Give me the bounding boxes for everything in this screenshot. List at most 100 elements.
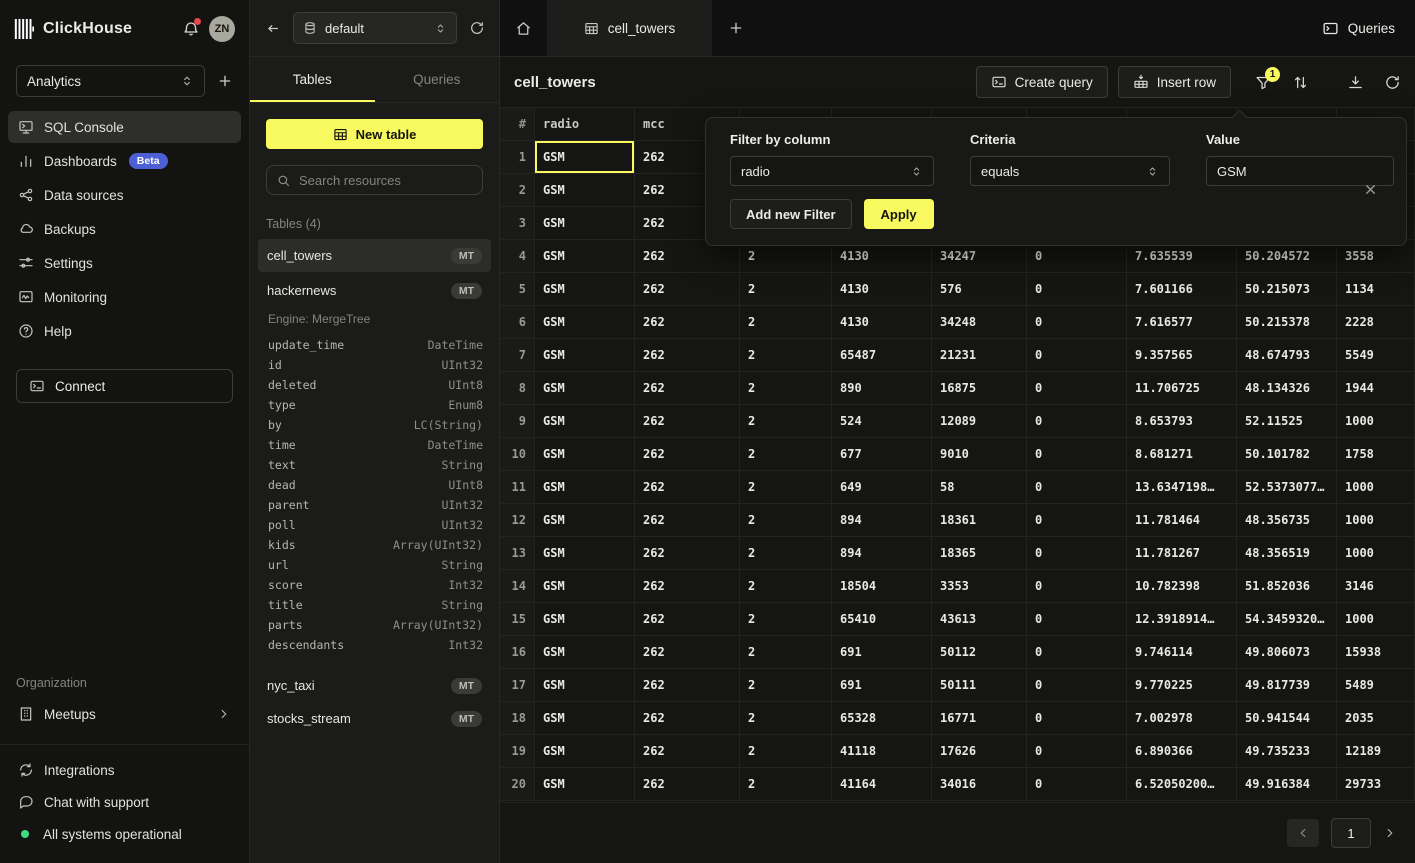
grid-cell[interactable]: 48.674793 [1237,339,1337,372]
export-button[interactable] [1347,74,1364,91]
grid-cell[interactable]: 11.781267 [1127,537,1237,570]
grid-cell[interactable]: 11.781464 [1127,504,1237,537]
grid-cell[interactable]: 10.782398 [1127,570,1237,603]
grid-cell[interactable]: 0 [1027,537,1127,570]
grid-cell[interactable]: 2 [740,603,832,636]
grid-cell[interactable]: GSM [535,471,635,504]
grid-cell[interactable]: 2 [740,306,832,339]
grid-cell[interactable]: 2035 [1337,702,1415,735]
sidebar-item-help[interactable]: Help [8,315,241,347]
prev-page-button[interactable] [1287,819,1319,847]
filter-button[interactable]: 1 [1255,74,1272,91]
grid-cell[interactable]: 262 [635,735,740,768]
grid-cell[interactable]: 2 [740,405,832,438]
row-number[interactable]: 1 [500,141,535,174]
grid-cell[interactable]: 1000 [1337,603,1415,636]
grid-cell[interactable]: 2 [740,669,832,702]
row-number[interactable]: 15 [500,603,535,636]
grid-cell[interactable]: 41164 [832,768,932,801]
sidebar-item-settings[interactable]: Settings [8,247,241,279]
grid-cell[interactable]: 43613 [932,603,1027,636]
grid-cell[interactable]: 49.806073 [1237,636,1337,669]
grid-cell[interactable]: 41118 [832,735,932,768]
grid-cell[interactable]: 18504 [832,570,932,603]
row-number[interactable]: 8 [500,372,535,405]
grid-cell[interactable]: 7.616577 [1127,306,1237,339]
grid-cell[interactable]: 0 [1027,372,1127,405]
grid-cell[interactable]: 8.681271 [1127,438,1237,471]
row-number[interactable]: 16 [500,636,535,669]
grid-cell[interactable]: 0 [1027,438,1127,471]
sidebar-item-data-sources[interactable]: Data sources [8,179,241,211]
row-number[interactable]: 18 [500,702,535,735]
grid-cell[interactable]: 0 [1027,735,1127,768]
home-tab[interactable] [500,0,548,56]
grid-cell[interactable]: 2 [740,768,832,801]
grid-cell[interactable]: 29733 [1337,768,1415,801]
row-number[interactable]: 20 [500,768,535,801]
grid-cell[interactable]: 7.601166 [1127,273,1237,306]
grid-cell[interactable]: 691 [832,669,932,702]
grid-cell[interactable]: 262 [635,669,740,702]
grid-cell[interactable]: 50.941544 [1237,702,1337,735]
grid-cell[interactable]: 51.852036 [1237,570,1337,603]
grid-cell[interactable]: 894 [832,537,932,570]
database-select[interactable]: default [293,12,457,44]
filter-criteria-select[interactable]: equals [970,156,1170,186]
new-table-button[interactable]: New table [266,119,483,149]
grid-cell[interactable]: 2 [740,537,832,570]
refresh-tables-icon[interactable] [467,18,487,38]
grid-cell[interactable]: GSM [535,570,635,603]
sidebar-item-dashboards[interactable]: Dashboards Beta [8,145,241,177]
grid-cell[interactable]: GSM [535,339,635,372]
grid-cell[interactable]: 65487 [832,339,932,372]
grid-cell[interactable]: GSM [535,669,635,702]
grid-cell[interactable]: 50.215378 [1237,306,1337,339]
sidebar-item-sql-console[interactable]: SQL Console [8,111,241,143]
grid-cell[interactable]: 34016 [932,768,1027,801]
grid-cell[interactable]: 1000 [1337,537,1415,570]
grid-cell[interactable]: 262 [635,438,740,471]
grid-cell[interactable]: GSM [535,240,635,273]
apply-filter-button[interactable]: Apply [864,199,934,229]
grid-cell[interactable]: 649 [832,471,932,504]
close-filter-icon[interactable] [1363,182,1378,197]
grid-cell[interactable]: 6.890366 [1127,735,1237,768]
grid-cell[interactable]: 677 [832,438,932,471]
grid-cell[interactable]: 0 [1027,636,1127,669]
grid-cell[interactable]: 5489 [1337,669,1415,702]
refresh-button[interactable] [1384,74,1401,91]
row-number[interactable]: 11 [500,471,535,504]
grid-cell[interactable]: 2 [740,504,832,537]
grid-cell[interactable]: 9.770225 [1127,669,1237,702]
grid-cell[interactable]: 52.5373077… [1237,471,1337,504]
page-number-input[interactable]: 1 [1331,818,1371,848]
grid-cell[interactable]: 0 [1027,570,1127,603]
grid-cell[interactable]: 0 [1027,504,1127,537]
row-number[interactable]: 17 [500,669,535,702]
grid-cell[interactable]: 65328 [832,702,932,735]
grid-cell[interactable]: GSM [535,537,635,570]
grid-cell[interactable]: 9.746114 [1127,636,1237,669]
grid-cell[interactable]: 12189 [1337,735,1415,768]
row-number[interactable]: 13 [500,537,535,570]
collapse-sidebar-icon[interactable] [262,18,283,39]
grid-cell[interactable]: 1944 [1337,372,1415,405]
table-item-hackernews[interactable]: hackernews MT [258,274,491,307]
grid-cell[interactable]: 262 [635,504,740,537]
grid-cell[interactable]: 2 [740,570,832,603]
grid-cell[interactable]: GSM [535,207,635,240]
grid-cell[interactable]: 0 [1027,603,1127,636]
grid-cell[interactable]: 262 [635,306,740,339]
grid-cell[interactable]: 18365 [932,537,1027,570]
grid-cell[interactable]: 1758 [1337,438,1415,471]
grid-cell[interactable]: 65410 [832,603,932,636]
connect-button[interactable]: Connect [16,369,233,403]
grid-cell[interactable]: 50.101782 [1237,438,1337,471]
grid-cell[interactable]: 262 [635,471,740,504]
grid-cell[interactable]: 524 [832,405,932,438]
grid-cell[interactable]: 13.6347198… [1127,471,1237,504]
grid-cell[interactable]: 2 [740,438,832,471]
grid-cell[interactable]: 0 [1027,339,1127,372]
grid-cell[interactable]: 2 [740,735,832,768]
